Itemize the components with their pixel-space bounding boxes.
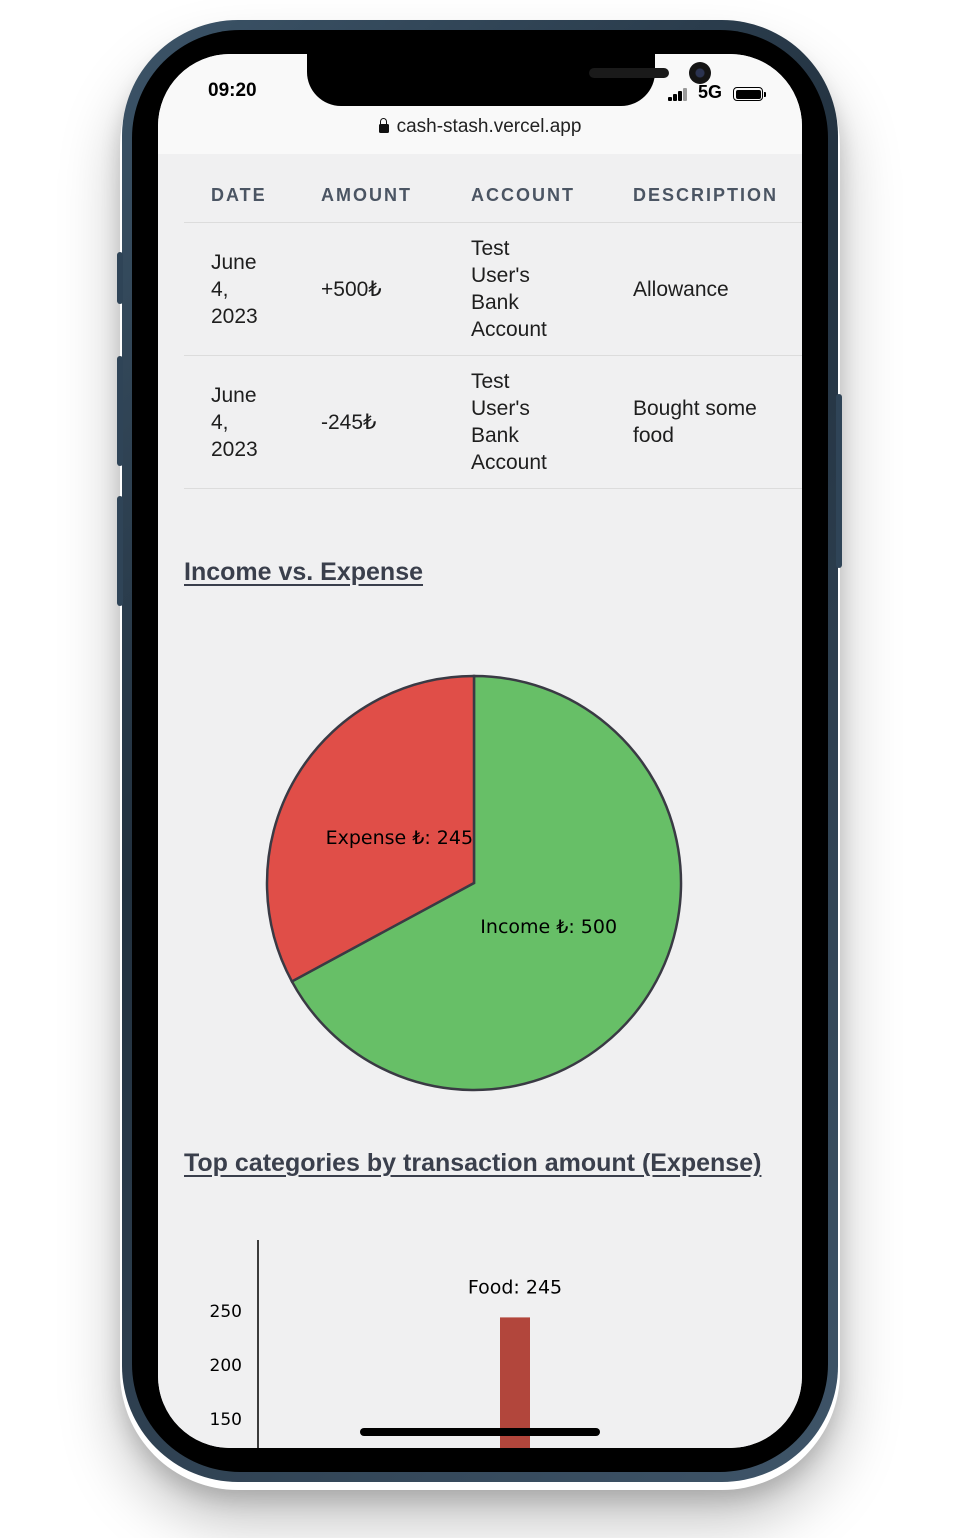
lock-icon (378, 118, 389, 133)
description-line: food (633, 424, 674, 447)
transactions-table: DATE AMOUNT ACCOUNT DESCRIPTION June 4, … (184, 168, 802, 489)
cell-date: June 4, 2023 (184, 222, 321, 356)
url-text: cash-stash.vercel.app (396, 116, 582, 137)
table-row[interactable]: June 4, 2023 +500₺ Test User's Bank Acco… (184, 222, 802, 356)
income-expense-pie-chart: Income ₺: 500 Expense ₺: 245 (265, 674, 683, 1092)
silent-switch (117, 252, 123, 304)
y-tick-label: 150 (210, 1410, 242, 1430)
phone-screen: 09:20 5G cash-stash.vercel.app DATE AMOU… (158, 54, 802, 1448)
cell-account: Test User's Bank Account (471, 222, 633, 356)
table-header-row: DATE AMOUNT ACCOUNT DESCRIPTION (184, 168, 802, 223)
description-line: Bought some (633, 397, 757, 420)
section-title-income-vs-expense: Income vs. Expense (184, 558, 424, 586)
cell-amount: -245₺ (321, 355, 471, 489)
account-line: Test (471, 237, 510, 260)
y-tick-label: 200 (210, 1356, 242, 1376)
bar-data-label: Food: 245 (468, 1276, 562, 1298)
table-row[interactable]: June 4, 2023 -245₺ Test User's Bank Acco… (184, 355, 802, 489)
cell-description: Allowance (633, 222, 802, 356)
account-line: User's (471, 397, 530, 420)
top-categories-bar-chart: 250200150100Food: 245 (210, 1240, 562, 1448)
volume-down-button (117, 496, 123, 606)
volume-up-button (117, 356, 123, 466)
speaker-grille (589, 68, 669, 78)
account-line: Bank (471, 424, 519, 447)
signal-icon (668, 87, 690, 101)
home-indicator[interactable] (360, 1428, 600, 1436)
status-time: 09:20 (208, 80, 257, 101)
cell-account: Test User's Bank Account (471, 355, 633, 489)
column-header-description[interactable]: DESCRIPTION (633, 168, 802, 223)
account-line: Account (471, 318, 547, 341)
section-title-top-categories: Top categories by transaction amount (Ex… (184, 1149, 762, 1177)
pie-label-expense: Expense ₺: 245 (326, 827, 473, 849)
y-tick-label: 250 (210, 1302, 242, 1322)
stage: 09:20 5G cash-stash.vercel.app DATE AMOU… (0, 0, 978, 1538)
description-line: Allowance (633, 277, 729, 301)
url-bar[interactable]: cash-stash.vercel.app (158, 116, 802, 138)
column-header-account[interactable]: ACCOUNT (471, 168, 633, 223)
date-month: June (211, 250, 257, 274)
account-line: Bank (471, 291, 519, 314)
date-year: 2023 (211, 437, 258, 461)
front-camera (689, 62, 711, 84)
date-year: 2023 (211, 304, 258, 328)
column-header-amount[interactable]: AMOUNT (321, 168, 471, 223)
account-line: Account (471, 451, 547, 474)
date-day: 4, (211, 277, 229, 301)
account-line: User's (471, 264, 530, 287)
date-day: 4, (211, 410, 229, 434)
cell-amount: +500₺ (321, 222, 471, 356)
account-line: Test (471, 370, 510, 393)
cell-description: Bought some food (633, 355, 802, 489)
power-button (836, 394, 842, 568)
battery-icon (733, 87, 766, 101)
network-label: 5G (698, 82, 723, 102)
date-month: June (211, 383, 257, 407)
page-content: DATE AMOUNT ACCOUNT DESCRIPTION June 4, … (158, 154, 802, 1448)
column-header-date[interactable]: DATE (184, 168, 321, 223)
cell-date: June 4, 2023 (184, 355, 321, 489)
notch (307, 54, 711, 106)
pie-label-income: Income ₺: 500 (480, 916, 617, 938)
